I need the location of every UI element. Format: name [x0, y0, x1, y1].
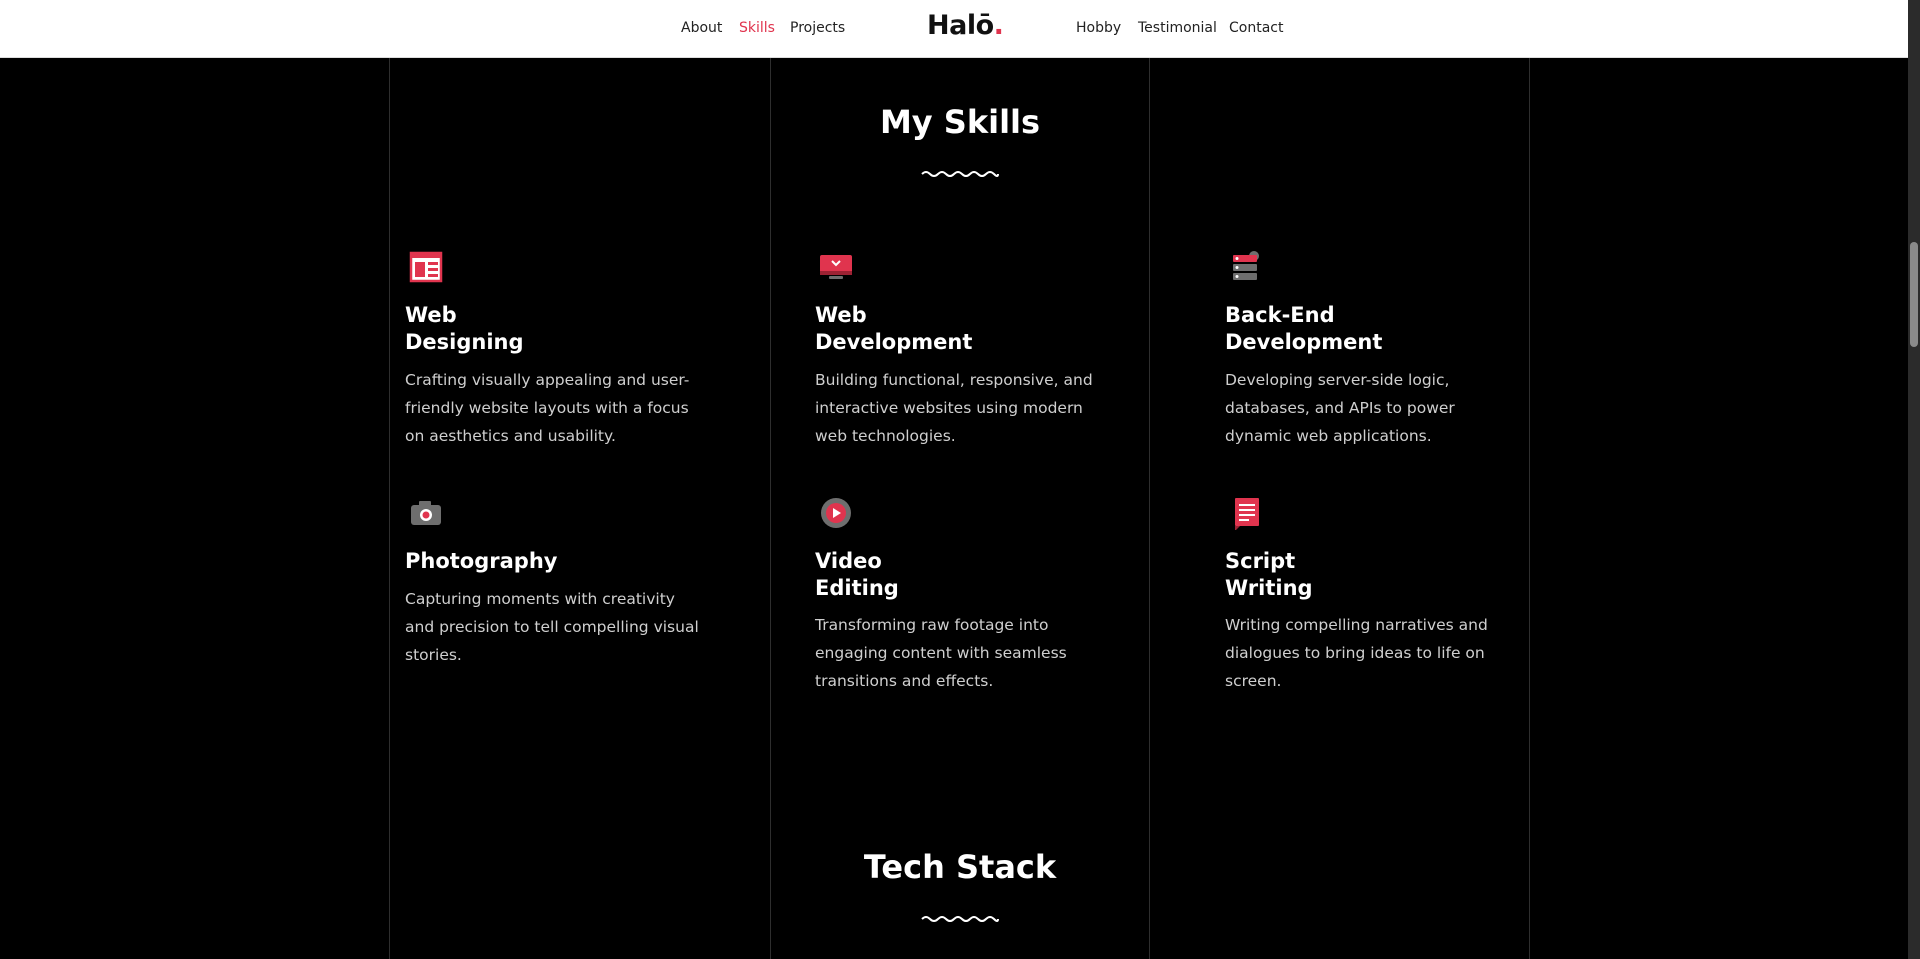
- tech-stack-section-title: Tech Stack: [863, 848, 1057, 886]
- grid-line: [389, 58, 390, 959]
- scrollbar-thumb[interactable]: [1910, 242, 1918, 347]
- skill-title-line: Designing: [405, 330, 524, 354]
- page-scrollbar[interactable]: [1908, 0, 1920, 959]
- skill-description: Building functional, responsive, and int…: [815, 371, 1093, 445]
- logo-text: Halō: [927, 10, 994, 41]
- play-icon: [821, 498, 851, 528]
- skill-title-line: Back-End: [1225, 303, 1335, 327]
- logo-dot: .: [993, 10, 1004, 41]
- server-icon: [1233, 251, 1259, 280]
- skill-title-line: Video: [815, 549, 882, 573]
- skill-title: Web Designing: [405, 302, 665, 356]
- skill-description: Capturing moments with creativity and pr…: [405, 590, 699, 664]
- skill-title: Web Development: [815, 302, 1075, 356]
- nav-link-contact[interactable]: Contact: [1229, 20, 1283, 36]
- skill-title-line: Writing: [1225, 576, 1313, 600]
- skill-title-line: Development: [1225, 330, 1383, 354]
- monitor-icon: [820, 255, 852, 279]
- skill-title-line: Script: [1225, 549, 1296, 573]
- nav-link-testimonial[interactable]: Testimonial: [1138, 20, 1217, 36]
- script-icon: [1235, 498, 1259, 530]
- skill-title-line: Editing: [815, 576, 899, 600]
- skill-description: Developing server-side logic, databases,…: [1225, 371, 1455, 445]
- skill-title-line: Web: [405, 303, 457, 327]
- skill-title: Back-End Development: [1225, 302, 1485, 356]
- squiggle-divider: [921, 171, 999, 177]
- nav-link-projects[interactable]: Projects: [790, 20, 845, 36]
- web-layout-icon: [409, 251, 443, 283]
- nav-link-about[interactable]: About: [681, 20, 722, 36]
- skill-title: Photography: [405, 548, 665, 575]
- grid-line: [770, 58, 771, 959]
- site-logo[interactable]: Halō.: [927, 10, 1004, 41]
- skill-description: Transforming raw footage into engaging c…: [815, 616, 1067, 690]
- skill-title-line: Development: [815, 330, 973, 354]
- skill-title: Script Writing: [1225, 548, 1485, 602]
- camera-icon: [411, 501, 441, 525]
- top-navbar: About Skills Projects Halō. Hobby Testim…: [0, 0, 1908, 58]
- skill-title: Video Editing: [815, 548, 1075, 602]
- skill-title-line: Web: [815, 303, 867, 327]
- skill-description: Crafting visually appealing and user-fri…: [405, 371, 690, 445]
- skill-title-line: Photography: [405, 549, 558, 573]
- grid-line: [1149, 58, 1150, 959]
- skill-description: Writing compelling narratives and dialog…: [1225, 616, 1488, 690]
- squiggle-divider: [921, 916, 999, 922]
- nav-link-hobby[interactable]: Hobby: [1076, 20, 1121, 36]
- grid-line: [1529, 58, 1530, 959]
- skills-section-title: My Skills: [879, 103, 1041, 141]
- nav-link-skills[interactable]: Skills: [739, 20, 775, 36]
